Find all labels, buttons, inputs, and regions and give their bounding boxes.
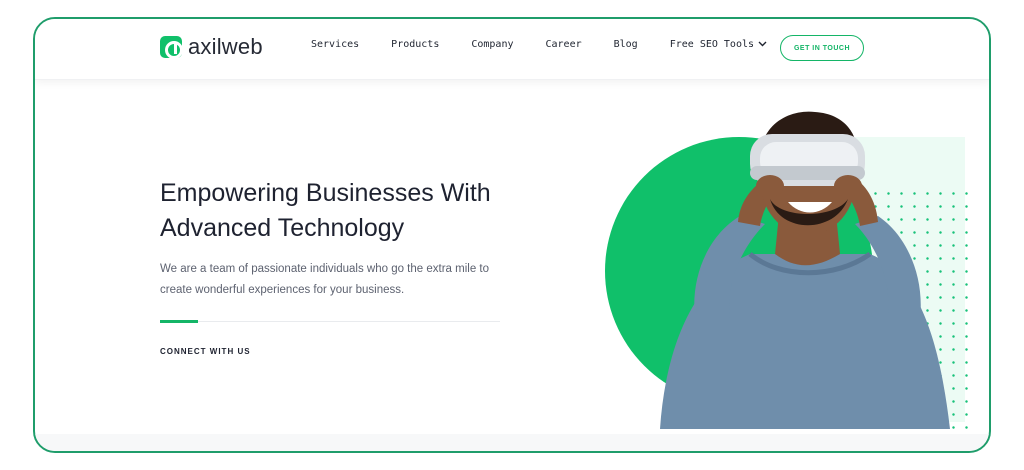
nav-item-label: Free SEO Tools	[669, 39, 755, 50]
hero-title-line: Advanced Technology	[160, 214, 405, 242]
hero-subtitle-line: We are a team of passionate individuals …	[160, 263, 489, 275]
divider	[160, 321, 500, 322]
vr-person-image	[660, 111, 950, 429]
logo-text: axilweb	[188, 34, 263, 59]
nav-item-products[interactable]: Products	[391, 39, 439, 50]
nav-item-services[interactable]: Services	[311, 39, 359, 50]
site-header: axilweb Services Products Company Career…	[35, 19, 989, 80]
get-in-touch-button[interactable]: GET IN TOUCH	[780, 35, 864, 61]
browser-frame: axilweb Services Products Company Career…	[33, 17, 991, 453]
logo[interactable]: axilweb	[160, 34, 263, 60]
nav-item-blog[interactable]: Blog	[614, 39, 638, 50]
chevron-down-icon	[758, 39, 767, 50]
divider-accent	[160, 320, 198, 323]
hero-subtitle-line: create wonderful experiences for your bu…	[160, 284, 405, 296]
hero-subtitle: We are a team of passionate individuals …	[160, 259, 520, 301]
main-nav: Services Products Company Career Blog Fr…	[311, 39, 799, 50]
logo-icon	[160, 36, 183, 59]
nav-item-free-seo-tools[interactable]: Free SEO Tools	[670, 39, 767, 50]
hero-title-line: Empowering Businesses With	[160, 179, 491, 207]
hero-title: Empowering Businesses With Advanced Tech…	[160, 176, 540, 246]
nav-item-career[interactable]: Career	[546, 39, 582, 50]
nav-item-company[interactable]: Company	[471, 39, 513, 50]
connect-with-us-link[interactable]: CONNECT WITH US	[160, 347, 251, 356]
